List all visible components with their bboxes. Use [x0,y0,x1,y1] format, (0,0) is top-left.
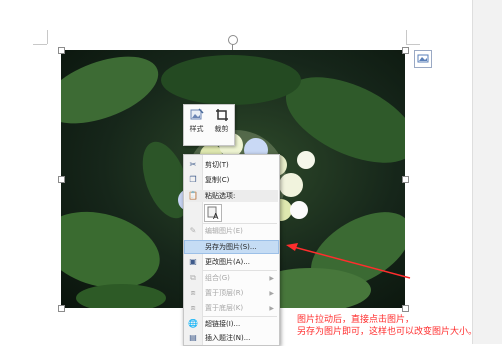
annotation-arrow [286,243,411,279]
annotation-text: 图片拉动后，直接点击图片， 另存为图片即可，这样也可以改变图片大小。 [297,314,502,338]
annotation-line-2: 另存为图片即可，这样也可以改变图片大小。 [297,327,478,337]
annotation-line-1: 图片拉动后，直接点击图片， [297,315,415,325]
